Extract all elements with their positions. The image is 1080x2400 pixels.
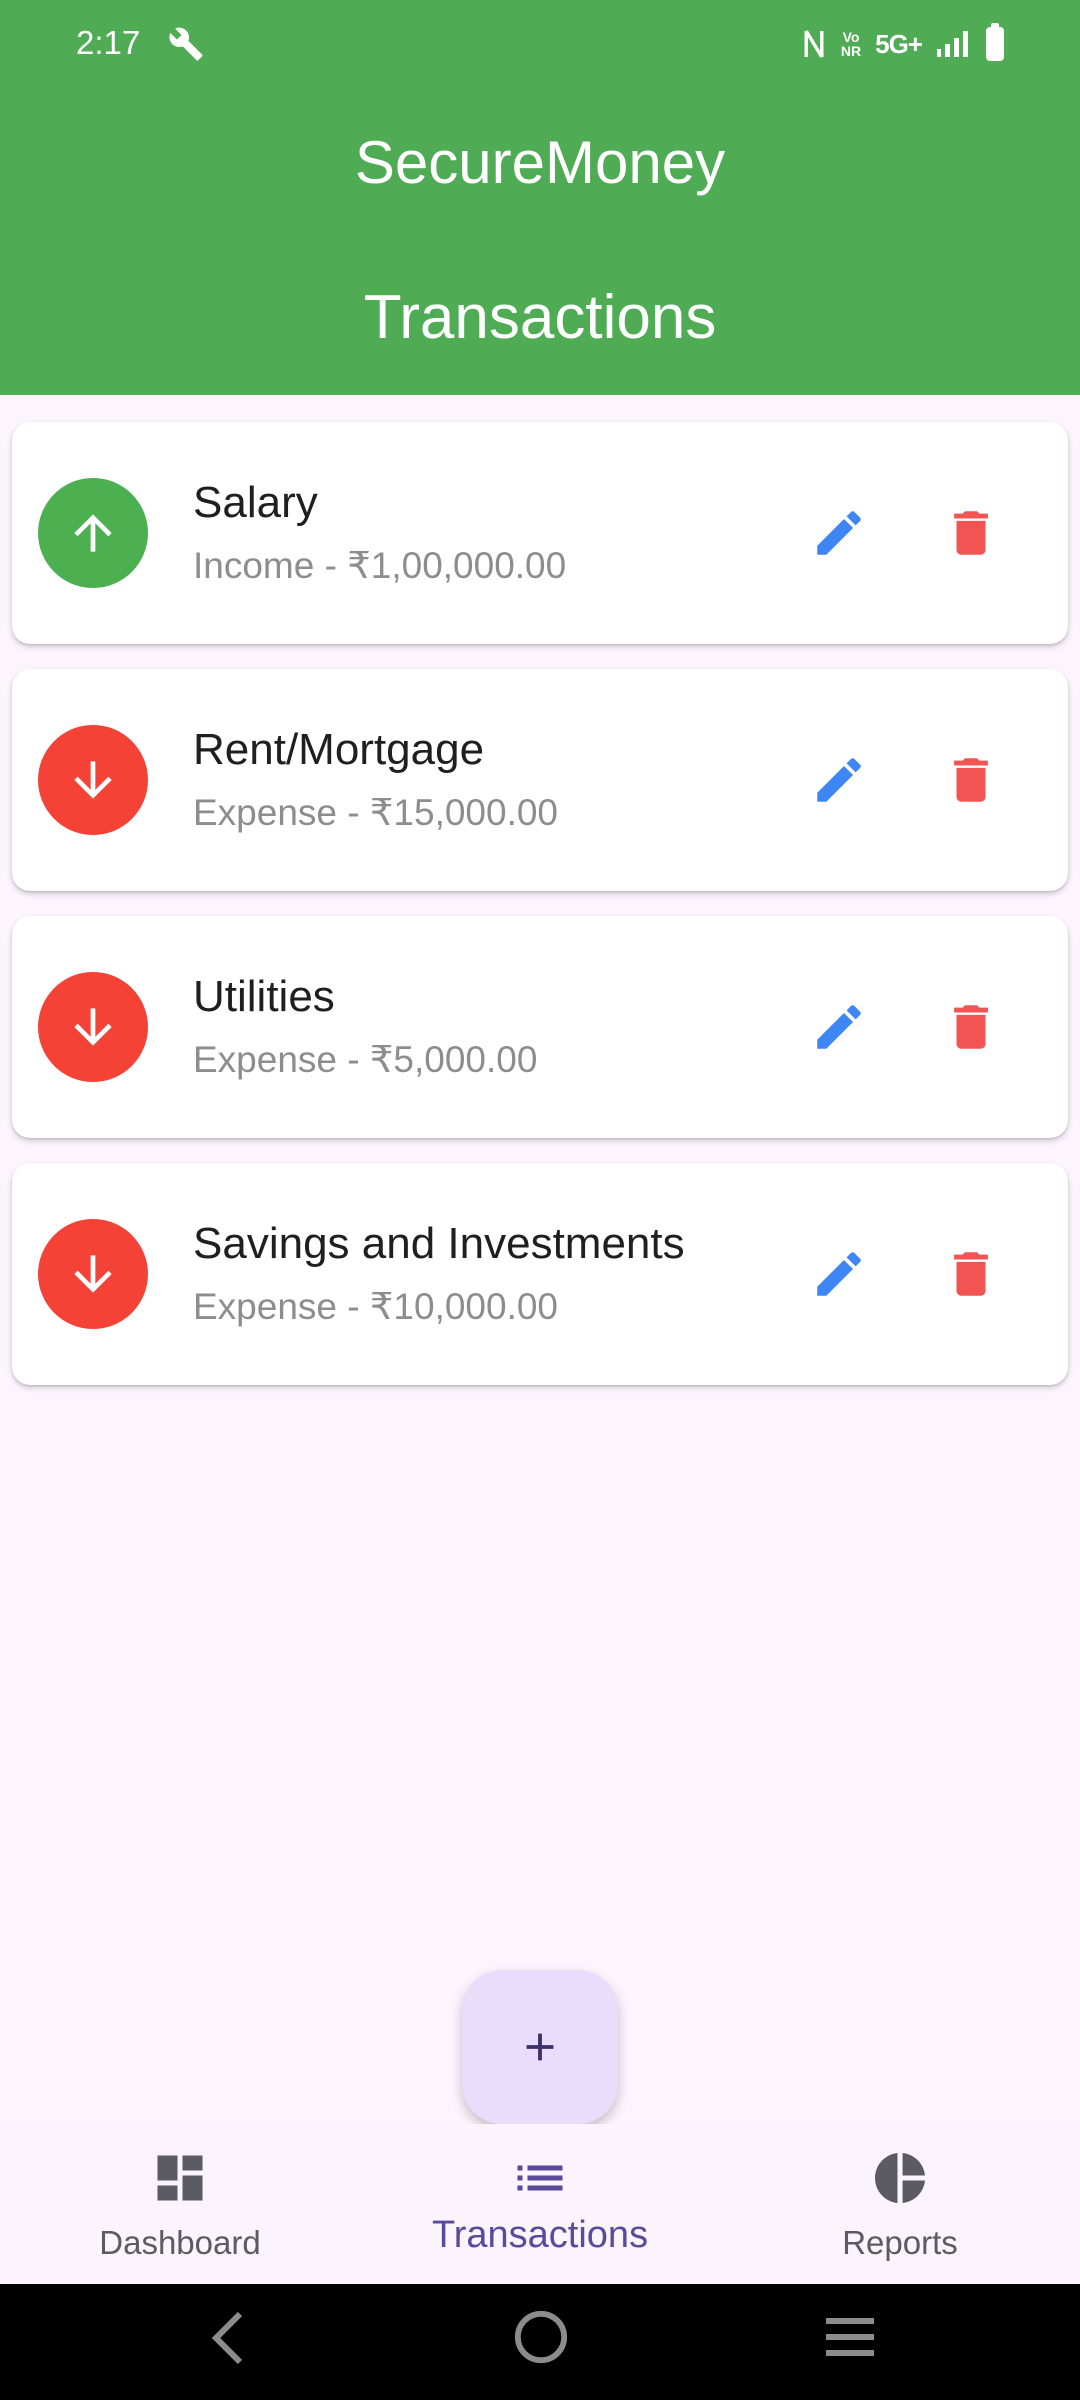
arrow-down-icon [74, 1255, 112, 1293]
status-time: 2:17 [76, 24, 141, 61]
nav-item-dashboard[interactable]: Dashboard [30, 2124, 330, 2284]
income-avatar [38, 478, 148, 588]
signal-icon [937, 31, 968, 57]
status-icons: Vo NR 5G+ [801, 22, 1004, 66]
vonr-indicator: Vo NR [840, 29, 862, 59]
delete-button[interactable] [940, 749, 1002, 811]
transaction-title: Savings and Investments [193, 1219, 685, 1268]
transaction-card[interactable]: Utilities Expense - ₹5,000.00 [12, 916, 1068, 1138]
trash-icon [954, 1005, 988, 1049]
nav-label: Reports [842, 2224, 958, 2261]
nav-label: Dashboard [99, 2224, 261, 2261]
delete-button[interactable] [940, 502, 1002, 564]
arrow-up-icon [74, 514, 112, 552]
recent-apps-icon[interactable] [822, 2312, 878, 2362]
transaction-title: Rent/Mortgage [193, 725, 485, 774]
network-type: 5G+ [875, 28, 923, 59]
dashboard-icon [157, 2155, 203, 2201]
pencil-icon [817, 1252, 861, 1296]
transaction-title: Salary [193, 478, 318, 527]
transaction-subtitle: Expense - ₹5,000.00 [193, 1039, 538, 1080]
nfc-icon [804, 30, 824, 58]
trash-icon [954, 511, 988, 555]
delete-button[interactable] [940, 996, 1002, 1058]
pencil-icon [817, 758, 861, 802]
bottom-navigation: Dashboard Transactions Reports [0, 2124, 1080, 2284]
expense-avatar [38, 725, 148, 835]
home-icon[interactable] [512, 2308, 570, 2366]
trash-icon [954, 1252, 988, 1296]
pencil-icon [817, 511, 861, 555]
nav-item-reports[interactable]: Reports [750, 2124, 1050, 2284]
arrow-down-icon [74, 1008, 112, 1046]
transaction-title: Utilities [193, 972, 335, 1021]
transaction-subtitle: Income - ₹1,00,000.00 [193, 545, 567, 586]
transaction-subtitle: Expense - ₹15,000.00 [193, 792, 559, 833]
transaction-card[interactable]: Savings and Investments Expense - ₹10,00… [12, 1163, 1068, 1385]
system-navigation-bar [0, 2284, 1080, 2400]
app-header: 2:17 Vo NR 5G+ SecureMoney Transactions [0, 0, 1080, 395]
edit-button[interactable] [808, 996, 870, 1058]
trash-icon [954, 758, 988, 802]
pencil-icon [817, 1005, 861, 1049]
back-icon[interactable] [200, 2308, 256, 2368]
nav-item-transactions[interactable]: Transactions [390, 2124, 690, 2284]
nav-label: Transactions [431, 2214, 649, 2256]
transaction-list: Salary Income - ₹1,00,000.00 Rent/Mortga… [12, 422, 1068, 1410]
edit-button[interactable] [808, 502, 870, 564]
page-title: Transactions [363, 283, 717, 352]
battery-icon [986, 23, 1004, 61]
arrow-down-icon [74, 761, 112, 799]
edit-button[interactable] [808, 1243, 870, 1305]
transaction-subtitle: Expense - ₹10,000.00 [193, 1286, 559, 1327]
add-transaction-button[interactable] [462, 1970, 618, 2124]
expense-avatar [38, 1219, 148, 1329]
app-title: SecureMoney [354, 129, 726, 196]
pie-chart-icon [875, 2153, 925, 2203]
plus-icon [526, 2033, 554, 2061]
expense-avatar [38, 972, 148, 1082]
list-icon [517, 2165, 563, 2191]
delete-button[interactable] [940, 1243, 1002, 1305]
transaction-card[interactable]: Rent/Mortgage Expense - ₹15,000.00 [12, 669, 1068, 891]
edit-button[interactable] [808, 749, 870, 811]
wrench-icon [169, 27, 203, 61]
status-bar: 2:17 Vo NR 5G+ [0, 0, 1080, 88]
transaction-card[interactable]: Salary Income - ₹1,00,000.00 [12, 422, 1068, 644]
